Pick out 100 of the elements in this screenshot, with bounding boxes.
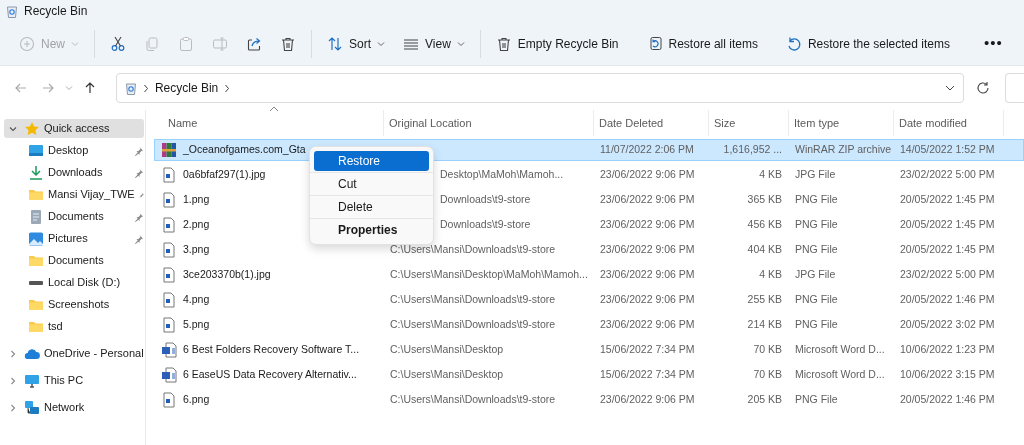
- size-cell: 4 KB: [759, 167, 782, 183]
- breadcrumb[interactable]: Recycle Bin: [154, 79, 219, 97]
- pin-icon: [134, 211, 144, 222]
- sidebar-item[interactable]: Documents: [4, 251, 144, 270]
- menu-item[interactable]: Restore: [314, 151, 429, 171]
- date-cell: 20/05/2022 1:45 PM: [900, 192, 995, 208]
- add-icon: [19, 35, 35, 52]
- date-cell: 23/06/2022 9:06 PM: [600, 242, 695, 258]
- column-header[interactable]: Item type: [789, 110, 894, 136]
- image-file-icon: [161, 267, 177, 283]
- caret-icon: [377, 39, 386, 48]
- sort-button[interactable]: Sort: [318, 27, 395, 60]
- empty-recycle-bin-button[interactable]: Empty Recycle Bin: [486, 27, 628, 60]
- desktop-icon: [28, 142, 44, 159]
- image-file-icon: [161, 392, 177, 408]
- search-field[interactable]: [1004, 73, 1024, 103]
- image-file-icon: [161, 217, 177, 233]
- location-cell: C:\Users\Mansi\Desktop: [390, 342, 504, 358]
- clipboard-icon: [178, 35, 194, 52]
- star-icon: [24, 120, 40, 137]
- sidebar-section[interactable]: Network: [4, 398, 144, 417]
- chevron-down-icon: [9, 124, 17, 133]
- more-button[interactable]: •••: [975, 27, 1012, 60]
- address-bar[interactable]: Recycle Bin: [115, 73, 964, 103]
- restore-all-button[interactable]: Restore all items: [637, 27, 767, 60]
- menu-item[interactable]: Properties: [314, 220, 429, 240]
- monitor-icon: [24, 372, 40, 389]
- column-header[interactable]: Date Deleted: [594, 110, 709, 136]
- chevron-right-icon: [224, 83, 231, 93]
- date-cell: 20/05/2022 1:45 PM: [900, 217, 995, 233]
- drive-icon: [29, 280, 43, 285]
- word-document-icon: [161, 367, 177, 383]
- file-name: 3.png: [183, 242, 210, 258]
- sidebar-item[interactable]: Screenshots: [4, 295, 144, 314]
- sidebar-section[interactable]: OneDrive - Personal: [4, 344, 144, 363]
- file-name: 4.png: [183, 292, 210, 308]
- image-file-icon: [161, 317, 177, 333]
- archive-icon: [161, 142, 177, 158]
- image-file-icon: [161, 292, 177, 308]
- date-cell: 23/02/2022 5:00 PM: [900, 167, 995, 183]
- sidebar-section[interactable]: This PC: [4, 371, 144, 390]
- word-document-icon: [161, 342, 177, 358]
- scissors-icon: [110, 35, 126, 52]
- date-cell: 23/06/2022 9:06 PM: [600, 292, 695, 308]
- size-cell: 365 KB: [747, 192, 782, 208]
- sidebar-item[interactable]: Documents: [4, 207, 144, 226]
- type-cell: Microsoft Word D...: [795, 367, 885, 383]
- date-cell: 10/06/2022 1:23 PM: [900, 342, 995, 358]
- size-cell: 456 KB: [747, 217, 782, 233]
- type-cell: Microsoft Word D...: [795, 342, 885, 358]
- chevron-right-icon: [142, 83, 149, 93]
- size-cell: 4 KB: [759, 267, 782, 283]
- file-name: 6.png: [183, 392, 210, 408]
- sidebar-item[interactable]: Pictures: [4, 229, 144, 248]
- date-cell: 23/06/2022 9:06 PM: [600, 167, 695, 183]
- sidebar-item[interactable]: tsd: [4, 317, 144, 336]
- date-cell: 11/07/2022 2:06 PM: [600, 142, 694, 158]
- sort-ascending-icon: [268, 106, 279, 112]
- location-cell: C:\Users\Mansi\Desktop\MaMoh\Mamoh...: [390, 267, 588, 283]
- menu-item[interactable]: Delete: [314, 197, 429, 217]
- column-header[interactable]: Size: [709, 110, 789, 136]
- date-cell: 20/05/2022 3:02 PM: [900, 317, 995, 333]
- location-cell: C:\Users\Mansi\Downloads\t9-store: [390, 242, 556, 258]
- sidebar-item[interactable]: Local Disk (D:): [4, 273, 144, 292]
- type-cell: PNG File: [795, 192, 838, 208]
- size-cell: 255 KB: [747, 292, 782, 308]
- sidebar-item[interactable]: Downloads: [4, 163, 144, 182]
- recycle-bin-icon: [124, 81, 137, 95]
- location-cell: C:\Users\Mansi\Downloads\t9-store: [390, 317, 556, 333]
- date-cell: 15/06/2022 7:34 PM: [600, 367, 695, 383]
- sidebar-item[interactable]: Mansi Vijay_TWE: [4, 185, 144, 204]
- view-button[interactable]: View: [394, 27, 474, 60]
- size-cell: 404 KB: [747, 242, 782, 258]
- file-name: 0a6bfaf297(1).jpg: [183, 167, 266, 183]
- location-cell: Downloads\t9-store: [440, 192, 531, 208]
- restore-selected-button[interactable]: Restore the selected items: [776, 27, 959, 60]
- file-name: 6 EaseUS Data Recovery Alternativ...: [183, 367, 357, 383]
- date-cell: 23/06/2022 9:06 PM: [600, 392, 695, 408]
- sidebar-item[interactable]: Desktop: [4, 141, 144, 160]
- pin-icon: [134, 167, 144, 178]
- sidebar-section[interactable]: Quick access: [4, 119, 144, 138]
- file-name: 5.png: [183, 317, 210, 333]
- type-cell: PNG File: [795, 242, 838, 258]
- location-cell: C:\Users\Mansi\Downloads\t9-store: [390, 292, 556, 308]
- pin-icon: [134, 233, 144, 244]
- size-cell: 214 KB: [747, 317, 782, 333]
- file-name: 1.png: [183, 192, 210, 208]
- image-file-icon: [161, 167, 177, 183]
- copy-icon: [144, 35, 160, 52]
- date-cell: 20/05/2022 1:46 PM: [900, 392, 995, 408]
- file-name: 2.png: [183, 217, 210, 233]
- location-cell: C:\Users\Mansi\Downloads\t9-store: [390, 392, 556, 408]
- column-header[interactable]: Date modified: [894, 110, 1004, 136]
- dropdown-chevron-icon: [944, 84, 955, 92]
- date-cell: 23/06/2022 9:06 PM: [600, 217, 695, 233]
- location-cell: Downloads\t9-store: [440, 217, 531, 233]
- date-cell: 23/06/2022 9:06 PM: [600, 192, 695, 208]
- column-header[interactable]: Name: [154, 110, 384, 136]
- menu-item[interactable]: Cut: [314, 174, 429, 194]
- column-header[interactable]: Original Location: [384, 110, 594, 136]
